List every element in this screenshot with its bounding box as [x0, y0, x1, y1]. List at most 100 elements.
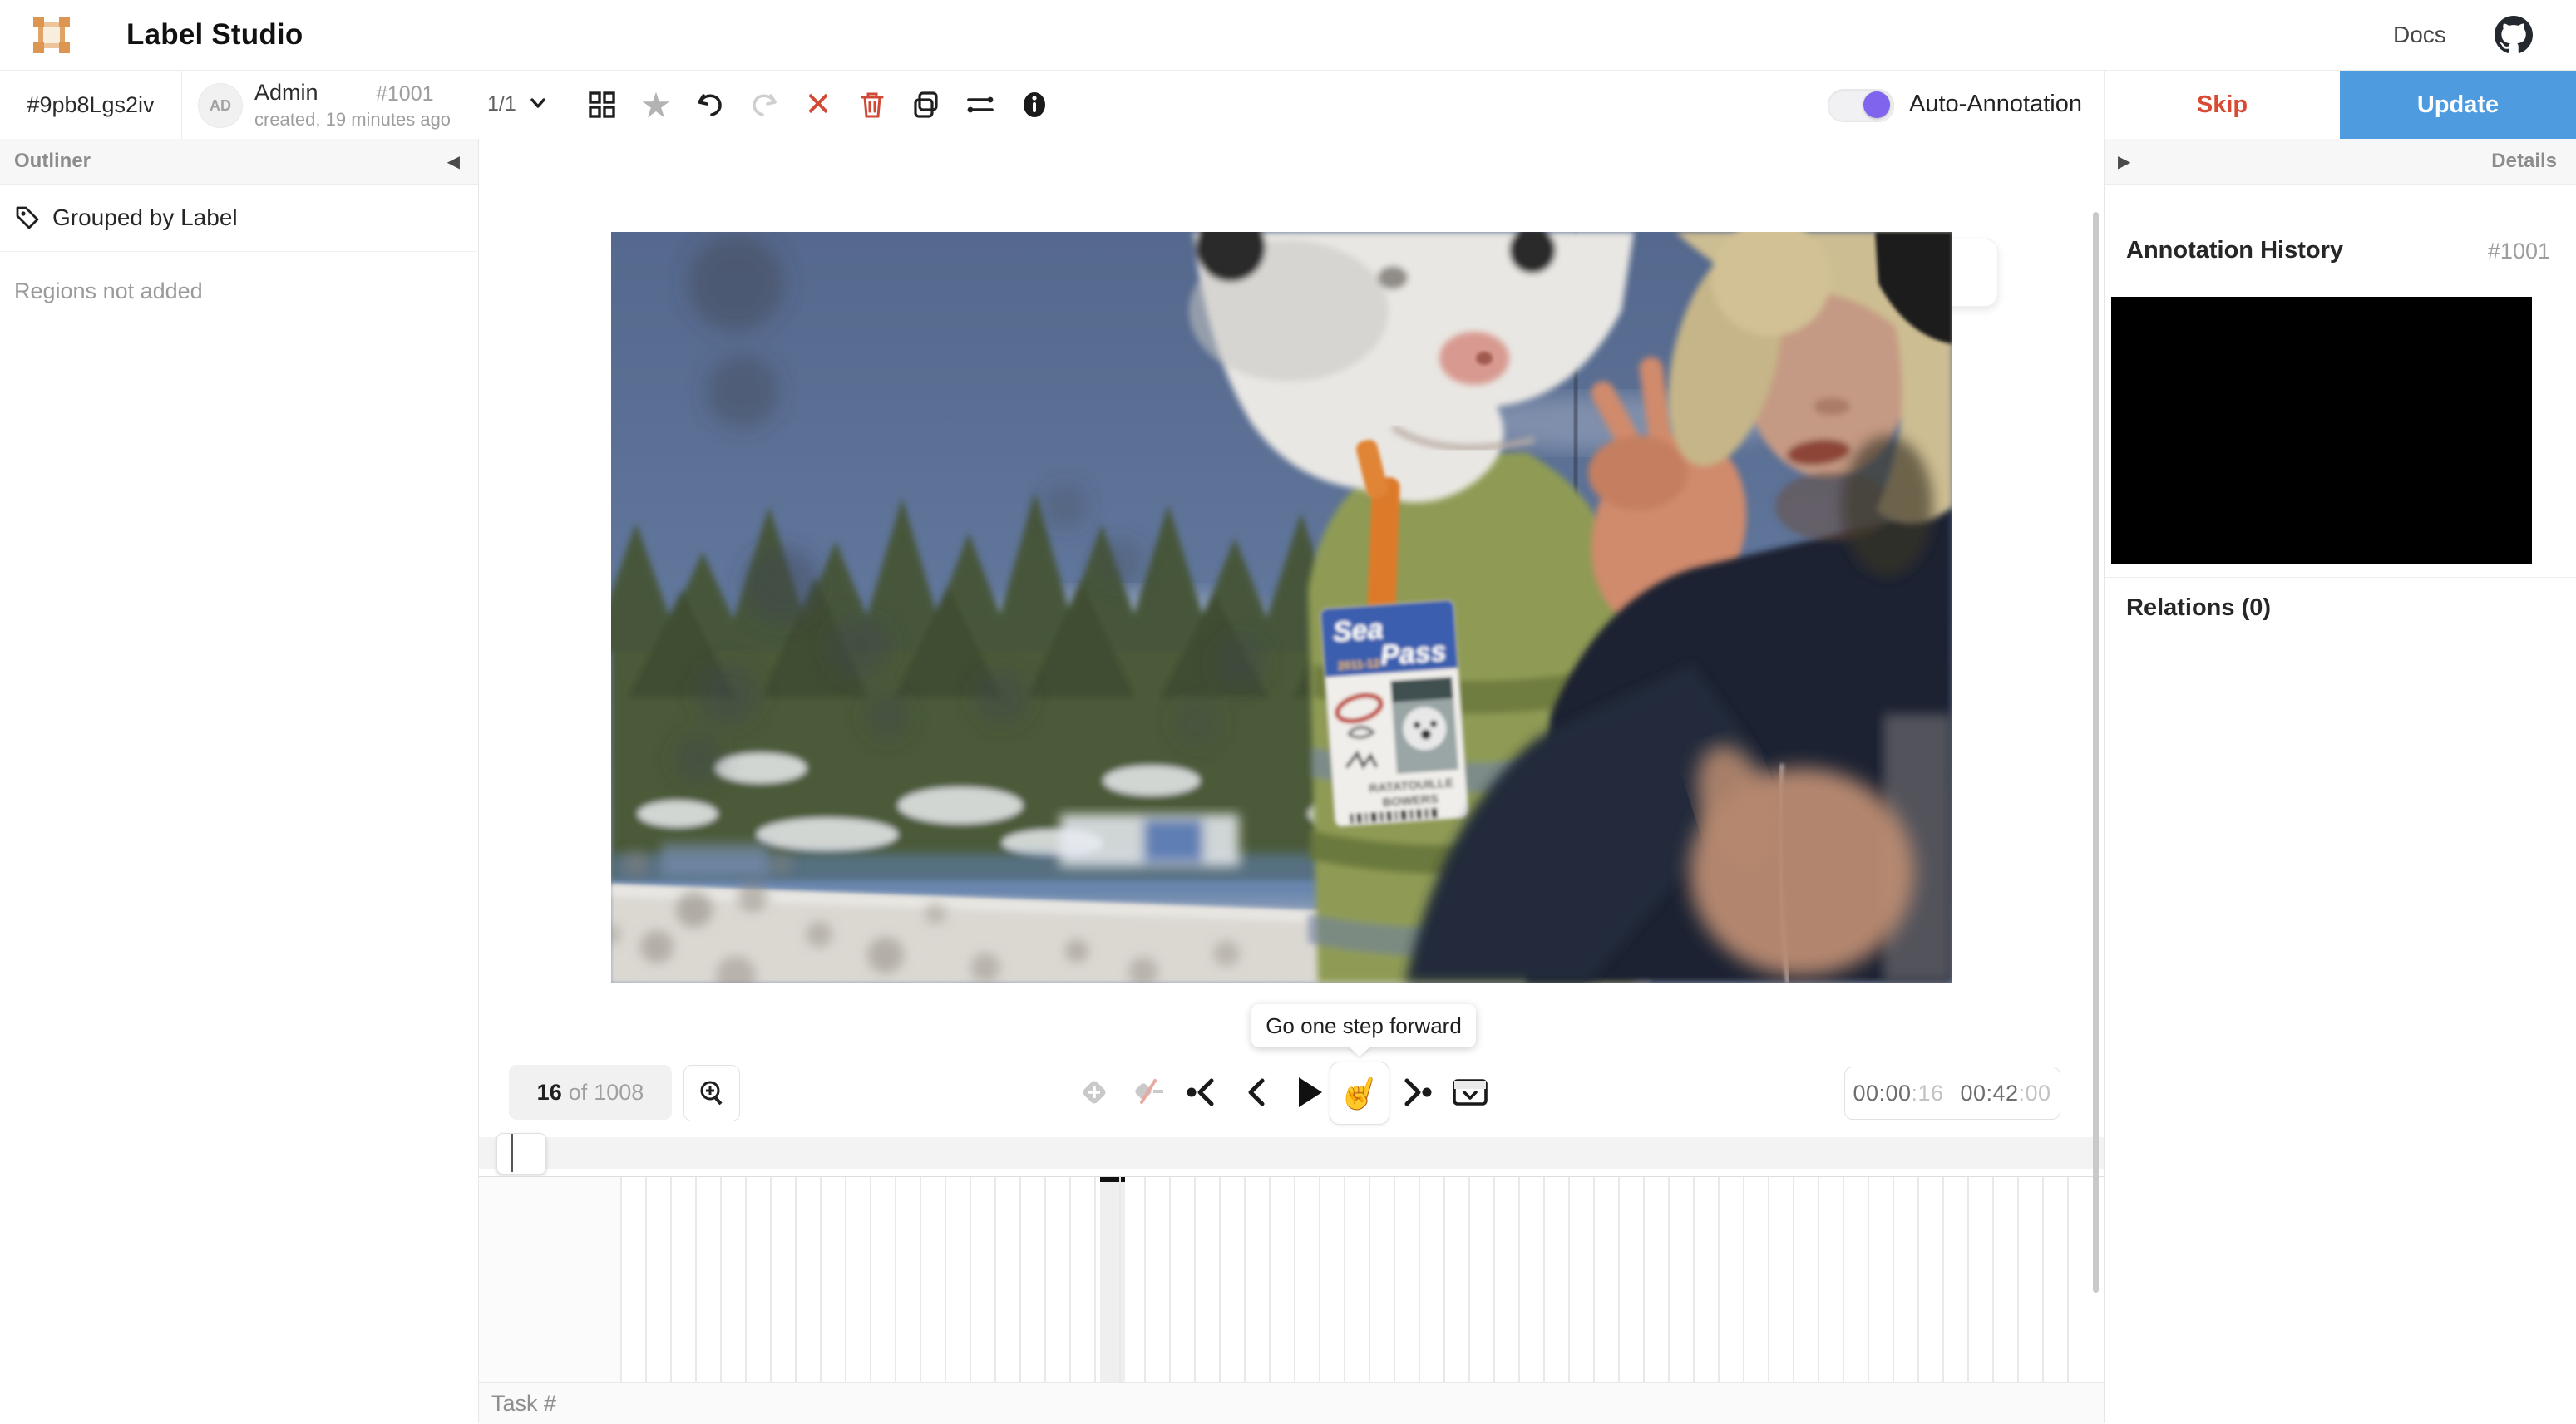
ruler-tick	[2017, 1177, 2019, 1382]
ruler-tick	[1668, 1177, 1670, 1382]
ruler-tick	[1419, 1177, 1420, 1382]
task-label: Task #	[491, 1391, 556, 1417]
ruler-tick	[1443, 1177, 1445, 1382]
annotation-history-label: Annotation History	[2126, 237, 2343, 264]
ruler-tick	[1369, 1177, 1370, 1382]
current-time-frames: :16	[1912, 1081, 1944, 1106]
grid-view-icon[interactable]	[582, 85, 622, 125]
ruler-tick	[1868, 1177, 1869, 1382]
settings-sliders-icon[interactable]	[960, 85, 1000, 125]
current-frame-column	[1100, 1177, 1125, 1382]
trash-icon[interactable]	[852, 85, 892, 125]
task-row: Task #	[479, 1382, 2104, 1424]
minimap-playhead	[511, 1134, 513, 1172]
frame-counter[interactable]: 16 of 1008	[509, 1065, 672, 1120]
video-canvas[interactable]: Sea Pass 2011-12 RATATOUILLE BOWERS	[611, 232, 1952, 983]
ruler-tick	[745, 1177, 747, 1382]
ruler-tick	[845, 1177, 846, 1382]
ruler-tick	[1718, 1177, 1720, 1382]
ruler-tick	[720, 1177, 722, 1382]
ruler-tick	[1394, 1177, 1395, 1382]
outliner-title: Outliner	[14, 150, 91, 173]
ruler-tick	[1169, 1177, 1171, 1382]
ruler-tick	[945, 1177, 946, 1382]
auto-annotation-label: Auto-Annotation	[1909, 91, 2082, 118]
info-icon[interactable]	[1014, 85, 1054, 125]
ruler-tick	[2042, 1177, 2044, 1382]
update-button[interactable]: Update	[2340, 71, 2576, 139]
minimap-viewport[interactable]	[496, 1133, 546, 1175]
ruler-tick	[1593, 1177, 1595, 1382]
ruler-tick	[1269, 1177, 1271, 1382]
ruler-tick	[920, 1177, 921, 1382]
ruler-tick	[994, 1177, 996, 1382]
ruler-tick	[1917, 1177, 1919, 1382]
timeline-ruler[interactable]	[479, 1176, 2104, 1383]
undo-icon[interactable]	[690, 85, 730, 125]
chevron-down-icon[interactable]	[526, 91, 550, 116]
github-icon[interactable]	[2495, 16, 2533, 54]
created-text: created, 19 minutes ago	[254, 109, 451, 131]
docs-link[interactable]: Docs	[2393, 22, 2446, 48]
annotation-index: 1/1	[487, 92, 516, 116]
app-header: Label Studio Docs	[0, 0, 2576, 71]
tag-icon	[14, 204, 41, 231]
reset-close-icon[interactable]: ✕	[798, 85, 838, 125]
frame-of-label: of	[569, 1080, 588, 1106]
divider	[2105, 577, 2576, 578]
details-panel: ▶ Details Annotation History #1001 Relat…	[2104, 139, 2576, 1423]
next-keyframe-icon[interactable]	[1391, 1065, 1441, 1120]
tooltip-text: Go one step forward	[1266, 1013, 1462, 1039]
ruler-tick	[1942, 1177, 1944, 1382]
frame-total: 1008	[594, 1080, 644, 1106]
keyframe-interpolation-icon[interactable]	[1123, 1065, 1173, 1120]
current-frame-marker[interactable]	[1100, 1177, 1125, 1182]
ruler-tick	[1518, 1177, 1520, 1382]
auto-annotation-toggle[interactable]	[1828, 89, 1894, 122]
previous-frame-icon[interactable]	[1231, 1065, 1281, 1120]
ruler-tick	[1194, 1177, 1196, 1382]
play-icon[interactable]	[1284, 1065, 1334, 1120]
annotation-history-id: #1001	[2488, 239, 2550, 264]
app-title: Label Studio	[126, 18, 303, 52]
skip-button[interactable]: Skip	[2104, 71, 2340, 139]
ruler-tick	[1119, 1177, 1121, 1382]
previous-keyframe-icon[interactable]	[1177, 1065, 1227, 1120]
ruler-tick	[1693, 1177, 1695, 1382]
ruler-background	[620, 1177, 2104, 1382]
ruler-tick	[670, 1177, 672, 1382]
ruler-tick	[970, 1177, 971, 1382]
author-name: Admin	[254, 80, 318, 106]
grouped-by-label-row[interactable]: Grouped by Label	[0, 185, 477, 252]
ruler-tick	[1543, 1177, 1545, 1382]
ruler-tick	[795, 1177, 797, 1382]
step-forward-button[interactable]: ☝	[1330, 1062, 1389, 1125]
ruler-tick	[895, 1177, 896, 1382]
history-thumbnail[interactable]	[2111, 297, 2532, 564]
collapse-panel-icon[interactable]: ◀	[447, 151, 460, 172]
ruler-tick	[1468, 1177, 1470, 1382]
ruler-tick	[1818, 1177, 1819, 1382]
details-title: Details	[2491, 150, 2557, 173]
ruler-tick	[1643, 1177, 1645, 1382]
tooltip-arrow	[1349, 1047, 1370, 1057]
copy-annotation-icon[interactable]	[906, 85, 946, 125]
ruler-tick	[1768, 1177, 1769, 1382]
ruler-tick	[1793, 1177, 1794, 1382]
tooltip: Go one step forward	[1251, 1004, 1476, 1047]
expand-panel-icon[interactable]: ▶	[2118, 151, 2130, 172]
timeline-minimap[interactable]	[479, 1137, 2104, 1169]
hand-cursor-icon: ☝	[1335, 1071, 1384, 1115]
ruler-tick	[1244, 1177, 1246, 1382]
toggle-timeline-icon[interactable]	[1445, 1065, 1495, 1120]
add-keyframe-icon[interactable]	[1069, 1065, 1119, 1120]
svg-text:Pass: Pass	[1379, 636, 1448, 672]
outliner-header: Outliner ◀	[0, 139, 478, 185]
current-time: 00:00:16	[1845, 1067, 1952, 1119]
ruler-tick	[1344, 1177, 1345, 1382]
redo-icon[interactable]	[744, 85, 784, 125]
ruler-tick	[695, 1177, 697, 1382]
vertical-scrollbar[interactable]	[2093, 212, 2099, 1293]
star-icon[interactable]: ★	[636, 85, 676, 125]
zoom-in-icon[interactable]	[683, 1065, 740, 1121]
